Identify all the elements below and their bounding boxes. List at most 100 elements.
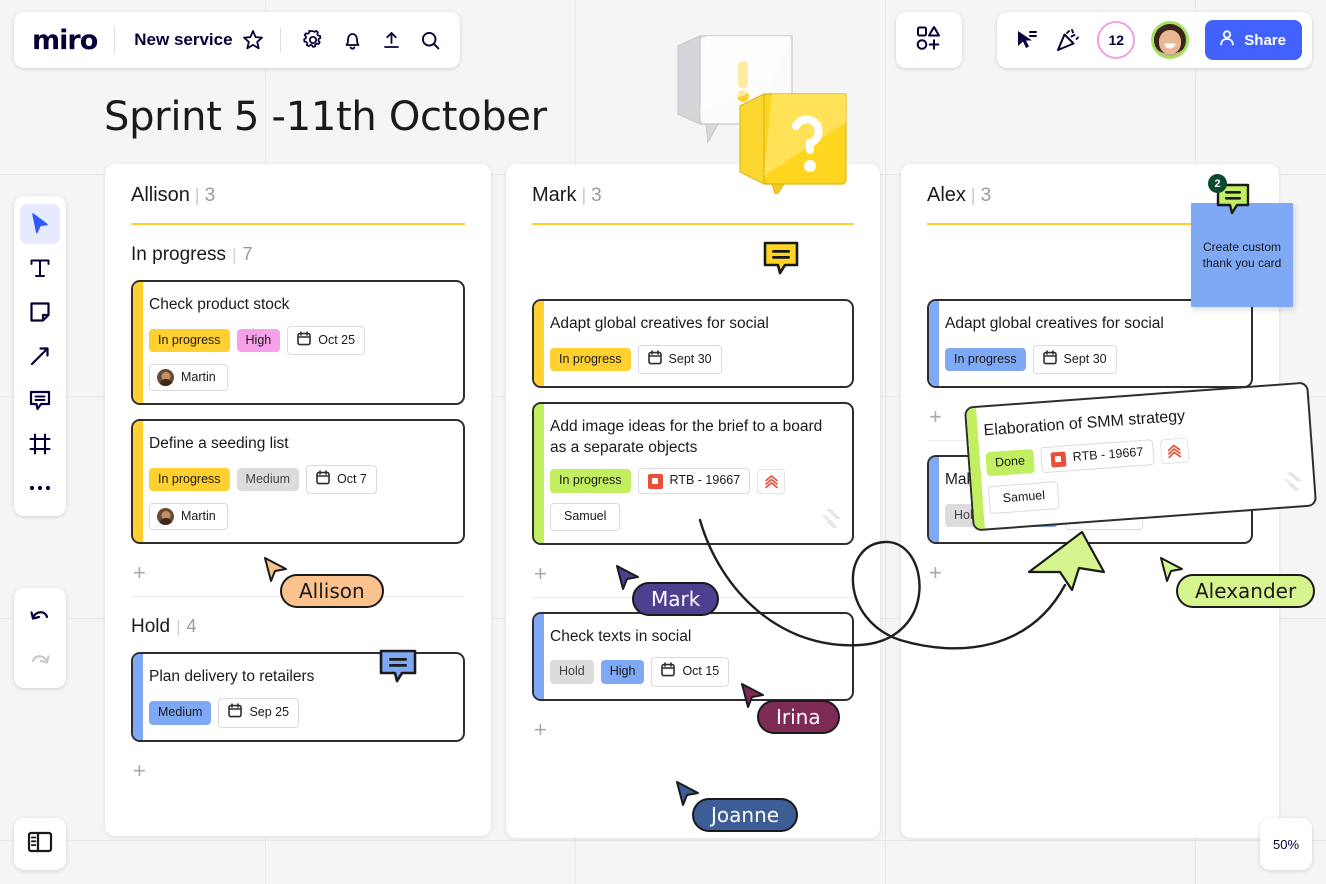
notifications-bell-icon[interactable] — [341, 29, 364, 52]
sticky-note-text: Create custom thank you card — [1200, 239, 1284, 271]
zoom-level[interactable]: 50% — [1260, 818, 1312, 870]
column-name: Mark — [532, 184, 576, 207]
card-chips: Medium Sep 25 — [149, 698, 449, 728]
cursor-label-mark: Mark — [632, 582, 719, 616]
history-toolbar — [14, 588, 66, 688]
task-card[interactable]: Check texts in social Hold HighOct 15 — [532, 612, 854, 701]
task-card[interactable]: Define a seeding listIn progressMediumOc… — [131, 419, 465, 544]
miro-logo[interactable]: miro — [32, 25, 114, 56]
apps-button[interactable] — [896, 12, 962, 68]
card-chips: In progress RTB - 19667 — [550, 468, 838, 494]
comment-tool[interactable] — [20, 380, 60, 420]
assignee-chip[interactable]: Martin — [149, 503, 228, 530]
avatar[interactable] — [1151, 21, 1189, 59]
page-title: Sprint 5 -11th October — [104, 94, 547, 140]
frame-tool[interactable] — [20, 424, 60, 464]
card-title: Check texts in social — [550, 627, 838, 648]
jira-icon — [648, 474, 663, 489]
redo-button[interactable] — [20, 640, 60, 680]
card-assignee-row: Martin — [149, 364, 449, 391]
card-color-stripe — [929, 301, 939, 386]
date-chip[interactable]: Oct 15 — [651, 657, 729, 687]
priority-chip[interactable]: Medium — [149, 701, 211, 725]
priority-highest-icon[interactable] — [1159, 437, 1189, 464]
presentation-icon[interactable] — [1013, 27, 1039, 53]
task-card[interactable]: Adapt global creatives for social In prog… — [532, 299, 854, 388]
jira-key: RTB - 19667 — [1072, 445, 1144, 466]
board-column[interactable]: Allison|3In progress|7Check product stoc… — [105, 164, 491, 836]
jira-watermark-icon — [1280, 470, 1304, 499]
share-button[interactable]: Share — [1205, 20, 1302, 60]
card-title: Check product stock — [149, 295, 449, 316]
add-card-button[interactable]: + — [131, 760, 465, 782]
sticky-note-tool[interactable] — [20, 292, 60, 332]
jira-chip[interactable]: RTB - 19667 — [638, 468, 751, 494]
assignee-name: Martin — [181, 370, 216, 386]
cursor-label-joanne: Joanne — [692, 798, 798, 832]
card-chips: In progress High Oct 25 — [149, 326, 449, 356]
status-chip[interactable]: Hold — [550, 660, 594, 684]
top-bar-left: miro New service — [14, 12, 460, 68]
text-tool[interactable] — [20, 248, 60, 288]
assignee-chip[interactable]: Samuel — [550, 503, 620, 531]
cursor-label-allison: Allison — [280, 574, 384, 608]
cursor-label-alexander: Alexander — [1176, 574, 1315, 608]
task-card[interactable]: Check product stock In progress High Oct 25… — [131, 280, 465, 405]
task-card[interactable]: Adapt global creatives for socialIn prog… — [927, 299, 1253, 388]
section-count: 4 — [187, 616, 197, 637]
card-color-stripe — [133, 282, 143, 403]
jira-chip[interactable]: RTB - 19667 — [1040, 439, 1154, 473]
task-card[interactable]: Add image ideas for the brief to a board… — [532, 402, 854, 544]
date-chip[interactable]: Sep 25 — [218, 698, 299, 728]
status-chip[interactable]: In progress — [149, 329, 230, 353]
assignee-avatar — [157, 508, 174, 525]
arrow-tool[interactable] — [20, 336, 60, 376]
status-chip[interactable]: In progress — [550, 469, 631, 493]
collaborator-count-badge[interactable]: 12 — [1097, 21, 1135, 59]
card-color-stripe — [929, 457, 939, 542]
cursor-name: Allison — [299, 579, 365, 603]
toggle-panel-button[interactable] — [14, 818, 66, 870]
section-count: 7 — [242, 244, 252, 265]
date-chip[interactable]: Oct 25 — [287, 326, 365, 356]
comment-badge-sticky[interactable]: 2 — [1215, 182, 1251, 221]
card-color-stripe — [133, 654, 143, 739]
date-chip[interactable]: Oct 7 — [306, 465, 377, 495]
status-chip[interactable]: In progress — [945, 348, 1026, 372]
more-tools[interactable] — [20, 468, 60, 508]
priority-chip[interactable]: High — [601, 660, 645, 684]
section-name: In progress — [131, 244, 226, 266]
priority-chip[interactable]: High — [237, 329, 281, 353]
assignee-chip[interactable]: Samuel — [988, 481, 1060, 514]
undo-button[interactable] — [20, 596, 60, 636]
priority-chip[interactable]: Medium — [237, 468, 299, 492]
card-title: Adapt global creatives for social — [550, 314, 838, 335]
calendar-icon — [316, 470, 330, 490]
comment-badge-mark[interactable] — [762, 240, 800, 281]
celebrate-icon[interactable] — [1055, 27, 1081, 53]
search-icon[interactable] — [419, 29, 442, 52]
date-chip[interactable]: Sept 30 — [1033, 345, 1117, 375]
floating-card-smm-strategy[interactable]: Elaboration of SMM strategy Done RTB - 1… — [964, 382, 1317, 531]
status-chip[interactable]: In progress — [149, 468, 230, 492]
star-icon[interactable] — [242, 29, 264, 51]
date-label: Oct 25 — [318, 333, 355, 349]
assignee-chip[interactable]: Martin — [149, 364, 228, 391]
calendar-icon — [228, 703, 242, 723]
date-chip[interactable]: Sept 30 — [638, 345, 722, 375]
status-chip[interactable]: Done — [985, 449, 1034, 476]
priority-highest-icon[interactable] — [757, 469, 785, 494]
column-count: 3 — [981, 185, 992, 207]
card-color-stripe — [534, 301, 544, 386]
comment-badge-plan-delivery[interactable] — [378, 648, 418, 691]
miro-board-app: Sprint 5 -11th October — [0, 0, 1326, 884]
calendar-icon — [661, 662, 675, 682]
board-column[interactable]: Mark|3Adapt global creatives for socialI… — [506, 164, 880, 838]
select-tool[interactable] — [20, 204, 60, 244]
upload-icon[interactable] — [380, 29, 403, 52]
settings-gear-icon[interactable] — [301, 28, 325, 52]
column-accent-rule — [131, 223, 465, 225]
status-chip[interactable]: In progress — [550, 348, 631, 372]
board-name[interactable]: New service — [115, 30, 241, 50]
card-chips: In progress Sept 30 — [945, 345, 1237, 375]
